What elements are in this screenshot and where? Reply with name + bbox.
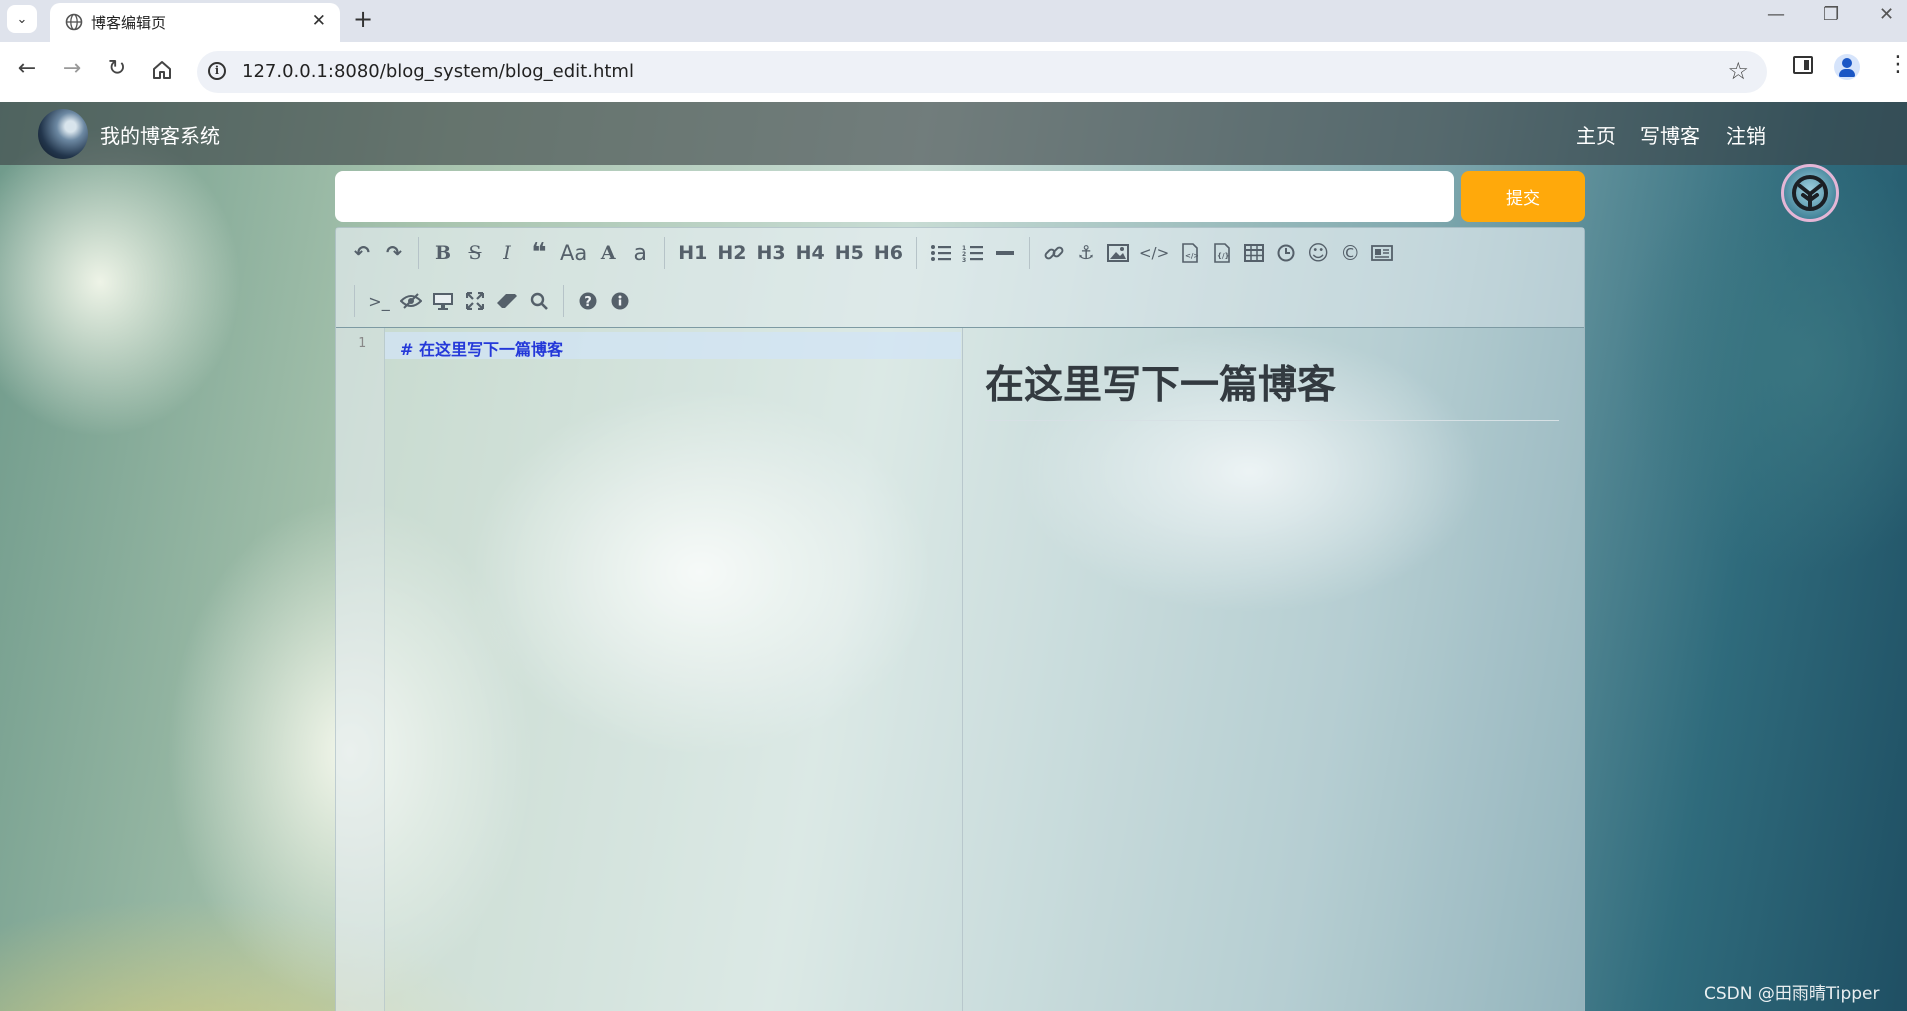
markdown-editor: ↶ ↷ B S I ❝ Aa A a H1 H2 H3 H4 H5 H6 1 2… [335, 227, 1585, 1011]
toolbar-divider [418, 237, 419, 269]
toolbar-divider [563, 285, 564, 317]
site-info-icon[interactable]: i [208, 62, 226, 80]
heading-6-button[interactable]: H6 [869, 236, 908, 270]
svg-text:</>: </> [1185, 252, 1198, 260]
toolbar-divider [1028, 237, 1030, 269]
goto-line-terminal-icon[interactable]: >_ [363, 284, 395, 318]
emoji-icon[interactable]: ☺ [1302, 236, 1334, 270]
line-number-gutter: 1 [336, 328, 385, 1011]
address-bar[interactable]: i 127.0.0.1:8080/blog_system/blog_edit.h… [197, 51, 1767, 93]
page-background: 我的博客系统 主页 写博客 注销 提交 ↶ ↷ B S I ❝ Aa A a H… [0, 102, 1907, 1011]
bookmark-star-icon[interactable]: ☆ [1727, 57, 1749, 85]
line-number: 1 [358, 336, 366, 351]
forward-arrow-icon[interactable]: → [58, 56, 86, 81]
heading-4-button[interactable]: H4 [791, 236, 830, 270]
pagebreak-icon[interactable] [1366, 236, 1398, 270]
svg-text:3: 3 [962, 257, 966, 262]
restore-icon[interactable]: ❐ [1823, 4, 1839, 25]
redo-icon[interactable]: ↷ [378, 236, 410, 270]
markdown-text-line[interactable]: # 在这里写下一篇博客 [400, 336, 563, 360]
side-panel-icon[interactable] [1793, 56, 1813, 74]
svg-text:?: ? [584, 295, 592, 310]
floating-extension-icon[interactable] [1781, 164, 1839, 222]
unordered-list-icon[interactable] [925, 236, 957, 270]
undo-icon[interactable]: ↶ [346, 236, 378, 270]
toolbar-divider [664, 237, 666, 269]
home-icon[interactable] [151, 59, 173, 81]
blog-title-input[interactable] [335, 171, 1454, 222]
anchor-icon[interactable]: ⚓ [1070, 236, 1102, 270]
fullscreen-icon[interactable] [459, 284, 491, 318]
toolbar-divider [354, 285, 355, 317]
bold-icon[interactable]: B [427, 236, 459, 270]
italic-icon[interactable]: I [491, 236, 523, 270]
site-logo [38, 109, 88, 159]
blog-edit-container: 提交 ↶ ↷ B S I ❝ Aa A a H1 H2 H3 H4 H5 H6 … [335, 102, 1585, 1011]
window-close-icon[interactable]: ✕ [1879, 4, 1894, 25]
table-icon[interactable] [1238, 236, 1270, 270]
markdown-code-pane[interactable]: 1 # 在这里写下一篇博客 [336, 328, 963, 1011]
heading-5-button[interactable]: H5 [830, 236, 869, 270]
lowercase-icon[interactable]: a [624, 236, 656, 270]
tab-title: 博客编辑页 [91, 14, 167, 32]
preview-desktop-icon[interactable] [427, 284, 459, 318]
watch-toggle-eye-icon[interactable] [395, 284, 427, 318]
inline-code-icon[interactable]: </> [1134, 236, 1174, 270]
back-arrow-icon[interactable]: ← [13, 56, 41, 81]
browser-tab-active[interactable]: 博客编辑页 ✕ [50, 3, 340, 42]
reload-icon[interactable]: ↻ [103, 56, 131, 81]
heading-2-button[interactable]: H2 [712, 236, 751, 270]
html-entities-icon[interactable]: © [1334, 236, 1366, 270]
uppercase-icon[interactable]: A [592, 236, 624, 270]
image-icon[interactable] [1102, 236, 1134, 270]
code-block-icon[interactable]: {/} [1206, 236, 1238, 270]
tab-search-chevron-icon[interactable]: ⌄ [7, 5, 37, 33]
minimize-icon[interactable]: — [1767, 4, 1785, 25]
preview-heading: 在这里写下一篇博客 [985, 354, 1559, 421]
heading-1-button[interactable]: H1 [673, 236, 712, 270]
globe-icon [65, 13, 83, 31]
horizontal-rule-icon[interactable] [989, 236, 1021, 270]
nav-link-logout[interactable]: 注销 [1726, 120, 1766, 149]
heading-3-button[interactable]: H3 [751, 236, 790, 270]
uppercase-words-icon[interactable]: Aa [555, 236, 592, 270]
help-question-icon[interactable]: ? [572, 284, 604, 318]
info-icon[interactable] [604, 284, 636, 318]
datetime-clock-icon[interactable] [1270, 236, 1302, 270]
editor-toolbar: ↶ ↷ B S I ❝ Aa A a H1 H2 H3 H4 H5 H6 1 2… [336, 228, 1584, 328]
ordered-list-icon[interactable]: 123 [957, 236, 989, 270]
preformatted-text-icon[interactable]: </> [1174, 236, 1206, 270]
close-tab-icon[interactable]: ✕ [312, 11, 326, 31]
submit-button[interactable]: 提交 [1461, 171, 1585, 222]
profile-avatar-icon[interactable] [1834, 54, 1860, 80]
markdown-preview-pane: 在这里写下一篇博客 [963, 328, 1585, 1011]
csdn-watermark: CSDN @田雨晴Tipper [1704, 984, 1880, 1004]
quote-icon[interactable]: ❝ [523, 236, 555, 270]
new-tab-icon[interactable]: + [353, 5, 373, 33]
browser-tabstrip: ⌄ 博客编辑页 ✕ + — ❐ ✕ [0, 0, 1907, 42]
clear-eraser-icon[interactable] [491, 284, 523, 318]
strikethrough-icon[interactable]: S [459, 236, 491, 270]
browser-toolbar: ← → ↻ i 127.0.0.1:8080/blog_system/blog_… [0, 42, 1907, 103]
toolbar-divider [915, 237, 917, 269]
site-title: 我的博客系统 [100, 124, 220, 148]
url-text[interactable]: 127.0.0.1:8080/blog_system/blog_edit.htm… [242, 61, 634, 82]
nav-link-write-blog[interactable]: 写博客 [1640, 120, 1700, 149]
svg-text:{/}: {/} [1217, 252, 1230, 260]
search-icon[interactable] [523, 284, 555, 318]
link-icon[interactable] [1038, 236, 1070, 270]
more-menu-icon[interactable]: ⋮ [1887, 52, 1907, 77]
